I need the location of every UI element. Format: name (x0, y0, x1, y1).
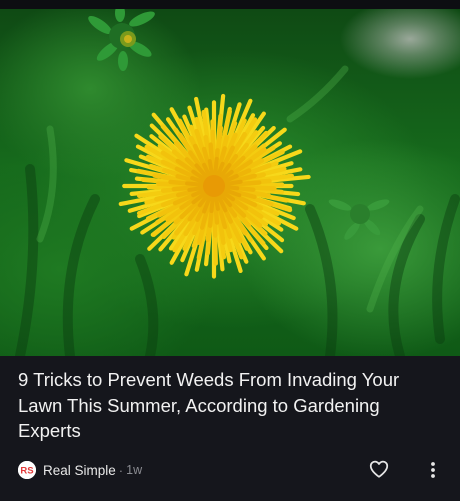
top-edge (0, 0, 460, 9)
meta-separator: · (118, 462, 124, 478)
article-image[interactable] (0, 9, 460, 356)
dandelion-flower (118, 93, 311, 279)
article-headline[interactable]: 9 Tricks to Prevent Weeds From Invading … (18, 367, 438, 444)
article-meta: RS Real Simple · 1w (18, 460, 142, 480)
heart-outline-icon[interactable] (368, 458, 390, 480)
source-name[interactable]: Real Simple (43, 463, 116, 478)
flower-center (203, 175, 225, 197)
source-logo-text: RS (20, 465, 33, 476)
more-vertical-icon[interactable] (424, 459, 442, 481)
news-card[interactable]: 9 Tricks to Prevent Weeds From Invading … (0, 0, 460, 501)
dandelion-illustration (15, 9, 460, 356)
bud-right (328, 199, 390, 240)
bud-top-left (88, 9, 155, 71)
source-logo[interactable]: RS (18, 461, 36, 479)
source-logo-mark: RS (18, 461, 36, 479)
published-time: 1w (126, 463, 143, 477)
